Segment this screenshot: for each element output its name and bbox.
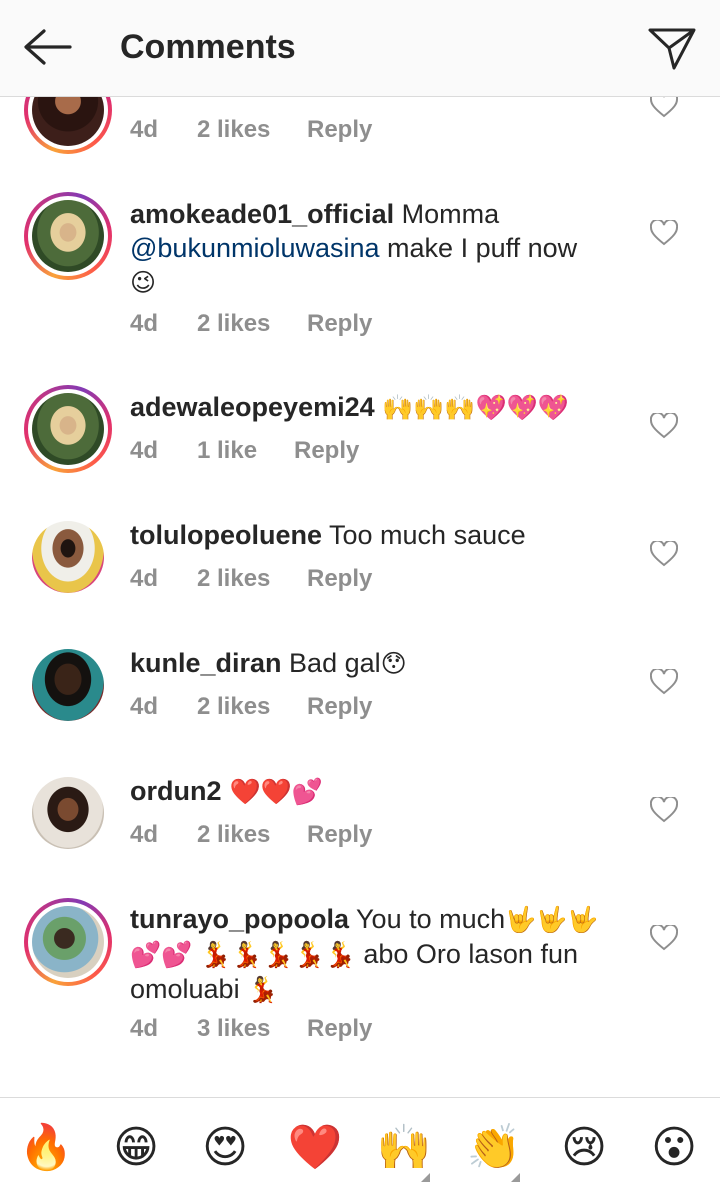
paper-plane-icon[interactable] [644,22,700,74]
fire-emoji-button[interactable]: 🔥 [18,1120,74,1176]
comment-username[interactable]: tolulopeoluene [130,520,322,550]
comment-time: 4d [130,310,159,337]
mention-link[interactable]: @bukunmioluwasina [130,233,380,263]
comment-time: 4d [130,821,159,848]
emoji-text: 😉 [130,268,157,297]
comment-likes[interactable]: 1 like [197,437,294,465]
grin-emoji-button[interactable]: 😁 [108,1120,164,1176]
comment-text: amokeade01_official Momma @bukunmioluwas… [130,199,578,297]
reply-button[interactable]: Reply [307,310,372,338]
raised-hands-emoji-button[interactable]: 🙌 [376,1120,432,1182]
heart-outline-icon[interactable] [650,413,678,439]
emoji-text: 🤟🤟🤟 [505,905,599,934]
avatar-image [32,393,104,465]
heart-outline-icon[interactable] [650,925,678,951]
reply-button[interactable]: Reply [307,821,372,849]
comment-text: ordun2 ❤️❤️💕 [130,774,630,809]
comment-likes[interactable]: 3 likes [197,1015,307,1043]
comment-text: adewaleopeyemi24 🙌🙌🙌💖💖💖 [130,390,630,425]
top-bar: Comments [0,0,720,97]
reply-button[interactable]: Reply [307,693,372,721]
comment-text: kunle_diran Bad gal😯 [130,648,407,678]
comment-time: 4d [130,565,159,592]
comment-meta: 4d 2 likes Reply [130,693,372,721]
heart-outline-icon[interactable] [650,541,678,567]
comment-username[interactable]: adewaleopeyemi24 [130,392,375,422]
emoji-text: 💕💕 💃💃💃💃💃 [130,940,356,969]
red-heart-emoji-button[interactable]: ❤️ [287,1120,343,1176]
comment-text: tunrayo_popoola You to much🤟🤟🤟 💕💕 💃💃💃💃💃 … [130,904,599,1004]
avatar-image [32,906,104,978]
avatar-image [32,649,104,721]
comment-meta: 4d 1 like Reply [130,437,359,465]
comments-feed[interactable]: 4d 2 likes Reply amokeade01_official Mom… [0,0,720,1097]
comment-meta: 4d 2 likes Reply [130,116,372,144]
comment-meta: 4d 2 likes Reply [130,565,372,593]
avatar[interactable] [24,513,112,601]
avatar[interactable] [24,192,112,280]
comment-meta: 4d 2 likes Reply [130,821,372,849]
reply-button[interactable]: Reply [307,1015,372,1043]
comment-username[interactable]: ordun2 [130,776,222,806]
reply-button[interactable]: Reply [307,565,372,593]
clap-emoji-button[interactable]: 👏 [466,1120,522,1182]
heart-outline-icon[interactable] [650,797,678,823]
comment-likes[interactable]: 2 likes [197,693,307,721]
emoji-text: 😯 [380,649,407,678]
crying-emoji-button[interactable]: 😢 [556,1120,612,1176]
reply-button[interactable]: Reply [307,116,372,144]
avatar[interactable] [24,898,112,986]
avatar[interactable] [24,769,112,857]
comment-likes[interactable]: 2 likes [197,116,307,144]
avatar[interactable] [24,385,112,473]
comment-likes[interactable]: 2 likes [197,565,307,593]
reply-button[interactable]: Reply [294,437,359,465]
comment-time: 4d [130,116,159,143]
emoji-text: ❤️❤️💕 [221,777,323,806]
heart-outline-icon[interactable] [650,669,678,695]
corner-indicator-icon [511,1173,520,1182]
comment-time: 4d [130,693,159,720]
surprised-emoji-button[interactable]: 😮 [646,1120,702,1176]
emoji-reaction-bar: 🔥 😁 😍 ❤️ 🙌 👏 😢 😮 [0,1097,720,1195]
avatar-image [32,777,104,849]
comment-username[interactable]: amokeade01_official [130,199,394,229]
emoji-text: 💃 [247,975,279,1004]
comment-time: 4d [130,437,159,464]
avatar-image [32,200,104,272]
avatar[interactable] [24,641,112,729]
comment-likes[interactable]: 2 likes [197,310,307,338]
comment-username[interactable]: kunle_diran [130,648,282,678]
corner-indicator-icon [421,1173,430,1182]
comment-time: 4d [130,1015,159,1042]
heart-eyes-emoji-button[interactable]: 😍 [197,1120,253,1176]
page-title: Comments [120,28,296,66]
back-arrow-icon[interactable] [18,22,78,72]
comment-username[interactable]: tunrayo_popoola [130,904,349,934]
heart-outline-icon[interactable] [650,220,678,246]
comment-text: tolulopeoluene Too much sauce [130,520,526,550]
comment-meta: 4d 2 likes Reply [130,310,372,338]
emoji-text: 🙌🙌🙌💖💖💖 [382,393,569,422]
comment-meta: 4d 3 likes Reply [130,1015,372,1043]
avatar-image [32,521,104,593]
comment-likes[interactable]: 2 likes [197,821,307,849]
